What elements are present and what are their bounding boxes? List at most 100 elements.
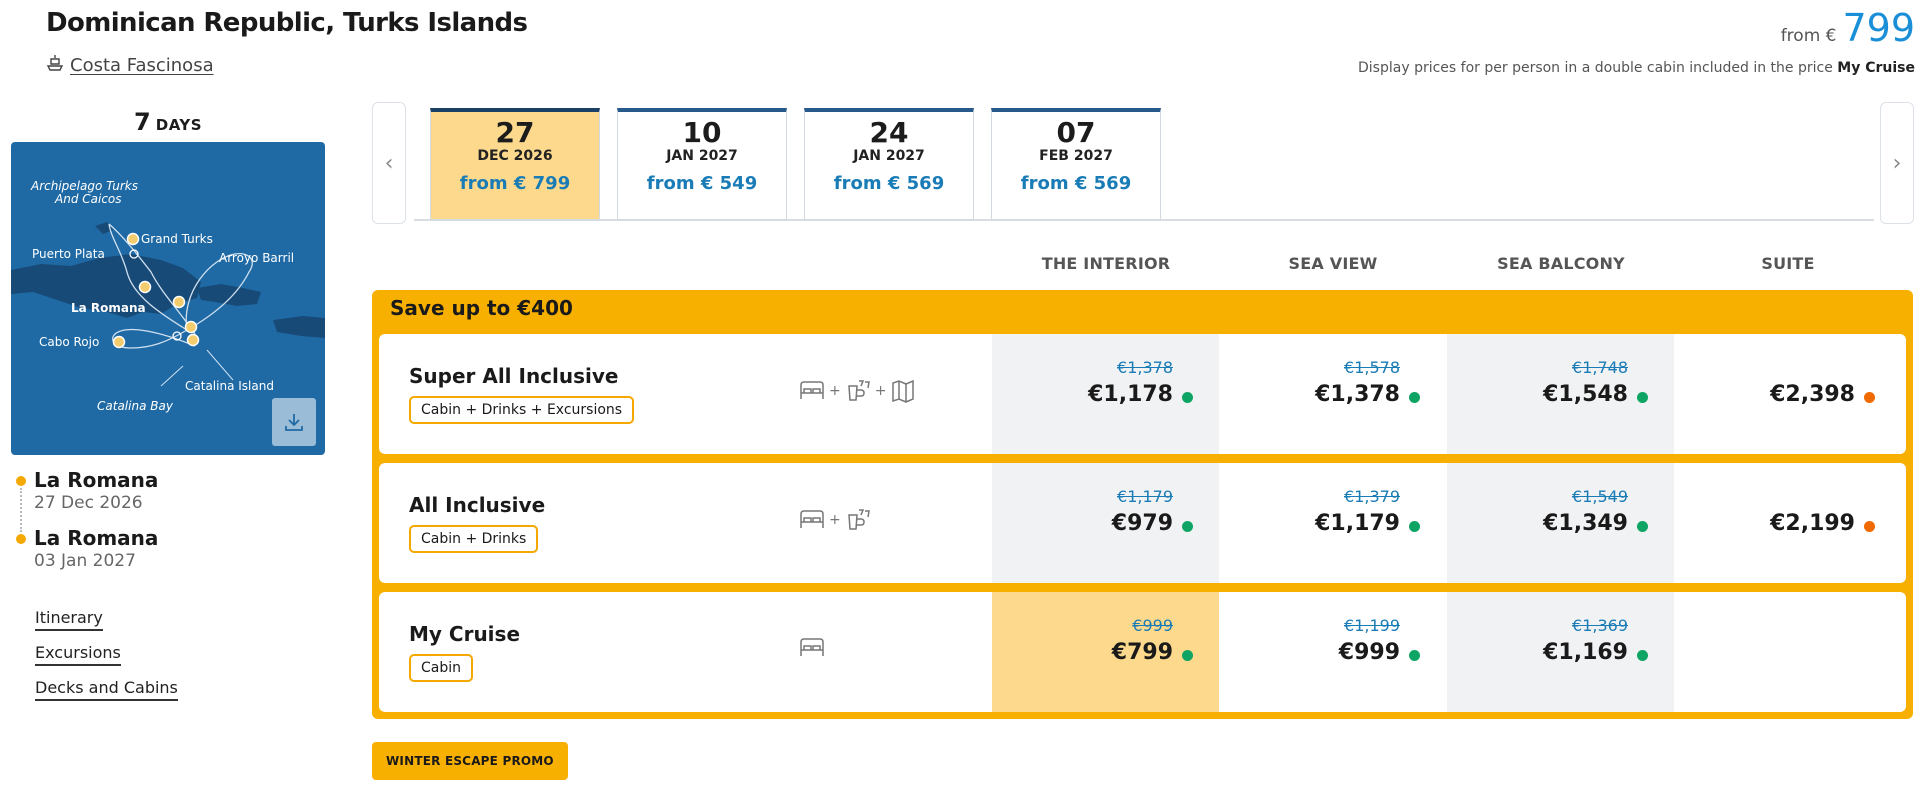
link-itinerary[interactable]: Itinerary xyxy=(35,608,103,631)
link-decks-and-cabins[interactable]: Decks and Cabins xyxy=(35,678,178,701)
date-tab-price: from € 799 xyxy=(459,173,571,194)
package-badge: Cabin xyxy=(409,654,474,682)
drinks-icon xyxy=(847,509,870,530)
map-label-catalina-island: Catalina Island xyxy=(185,379,274,393)
package-row: Super All Inclusive Cabin + Drinks + Exc… xyxy=(379,334,1906,454)
duration-unit: DAYS xyxy=(155,116,203,134)
download-icon xyxy=(285,414,303,431)
chevron-right-icon: › xyxy=(1892,150,1902,176)
package-row: All Inclusive Cabin + Drinks + €1,179 €9… xyxy=(379,463,1906,583)
col-header-suite: SUITE xyxy=(1761,254,1815,273)
stop-dot-icon xyxy=(16,534,26,544)
link-excursions[interactable]: Excursions xyxy=(35,643,121,666)
price-cell-selected[interactable]: €999 €799 xyxy=(992,592,1219,712)
price-cell[interactable]: €1,379 €1,179 xyxy=(1219,463,1446,583)
date-tab-day: 10 xyxy=(682,116,722,149)
plus-sign: + xyxy=(874,383,887,399)
map-icon xyxy=(892,379,915,403)
price-cell[interactable]: €1,378 €1,178 xyxy=(992,334,1219,454)
new-price: €1,378 xyxy=(1315,382,1400,407)
date-tab-month: JAN 2027 xyxy=(853,148,925,164)
old-price: €999 xyxy=(1132,616,1173,635)
bed-icon xyxy=(800,381,824,399)
col-header-interior: THE INTERIOR xyxy=(1041,254,1171,273)
new-price: €979 xyxy=(1111,511,1173,536)
stop-port: La Romana xyxy=(34,468,159,492)
availability-dot-icon xyxy=(1182,521,1193,532)
package-icons: + xyxy=(799,507,871,533)
price-cell[interactable]: €1,179 €979 xyxy=(992,463,1219,583)
price-cell[interactable]: €1,578 €1,378 xyxy=(1219,334,1446,454)
availability-dot-icon xyxy=(1864,521,1875,532)
price-cell[interactable]: €1,549 €1,349 xyxy=(1447,463,1674,583)
date-tab-day: 07 xyxy=(1056,116,1096,149)
availability-dot-icon xyxy=(1409,521,1420,532)
date-tab-price: from € 549 xyxy=(646,173,758,194)
map-download-button[interactable] xyxy=(272,398,316,446)
duration: 7 DAYS xyxy=(11,108,325,136)
ship-name: Costa Fascinosa xyxy=(70,55,214,76)
new-price: €1,349 xyxy=(1543,511,1628,536)
package-row: My Cruise Cabin €999 €799 €1,199 €999 €1… xyxy=(379,592,1906,712)
map-label-cabo-rojo: Cabo Rojo xyxy=(39,335,99,349)
bed-icon xyxy=(800,510,824,528)
package-name: Super All Inclusive xyxy=(409,364,619,388)
side-links: Itinerary Excursions Decks and Cabins xyxy=(35,608,178,713)
price-cell-empty xyxy=(1674,592,1901,712)
price-cell[interactable]: €1,199 €999 xyxy=(1219,592,1446,712)
old-price: €1,378 xyxy=(1117,358,1173,377)
price-cell[interactable]: €1,369 €1,169 xyxy=(1447,592,1674,712)
date-tab[interactable]: 07 FEB 2027 from € 569 xyxy=(991,108,1161,220)
display-note-bold: My Cruise xyxy=(1837,60,1915,76)
itinerary-stops: La Romana 27 Dec 2026 La Romana 03 Jan 2… xyxy=(16,468,158,584)
itinerary-map[interactable]: Archipelago Turks And Caicos Grand Turks… xyxy=(11,142,325,455)
date-tab[interactable]: 27 DEC 2026 from € 799 xyxy=(430,108,600,220)
old-price: €1,578 xyxy=(1344,358,1400,377)
header-price-value: 799 xyxy=(1842,6,1915,50)
map-label-arroyo-barril: Arroyo Barril xyxy=(219,251,294,265)
map-label-catalina-bay: Catalina Bay xyxy=(97,399,174,413)
chevron-left-icon: ‹ xyxy=(384,150,394,176)
date-tab[interactable]: 10 JAN 2027 from € 549 xyxy=(617,108,787,220)
old-price: €1,748 xyxy=(1572,358,1628,377)
col-header-sea-balcony: SEA BALCONY xyxy=(1497,254,1625,273)
map-label-la-romana: La Romana xyxy=(71,301,146,315)
old-price: €1,199 xyxy=(1344,616,1400,635)
package-name: My Cruise xyxy=(409,622,521,646)
new-price: €2,199 xyxy=(1770,511,1855,536)
package-icons: + + xyxy=(799,378,916,404)
date-tab-price: from € 569 xyxy=(1020,173,1132,194)
price-cell[interactable]: €1,748 €1,548 xyxy=(1447,334,1674,454)
package-name: All Inclusive xyxy=(409,493,546,517)
old-price: €1,549 xyxy=(1572,487,1628,506)
package-icons xyxy=(799,636,825,660)
availability-dot-icon xyxy=(1182,650,1193,661)
new-price: €999 xyxy=(1338,640,1400,665)
ship-link[interactable]: Costa Fascinosa xyxy=(46,54,214,77)
old-price: €1,179 xyxy=(1117,487,1173,506)
plus-sign: + xyxy=(829,383,841,399)
date-tab-price: from € 569 xyxy=(833,173,945,194)
map-label-grand-turks: Grand Turks xyxy=(141,232,213,246)
availability-dot-icon xyxy=(1409,650,1420,661)
price-cell[interactable]: €2,199 xyxy=(1674,463,1901,583)
availability-dot-icon xyxy=(1182,392,1193,403)
stop-item: La Romana 03 Jan 2027 xyxy=(16,526,158,584)
date-tab-month: DEC 2026 xyxy=(477,148,553,164)
stop-date: 03 Jan 2027 xyxy=(34,551,136,571)
date-tab-day: 24 xyxy=(869,116,909,149)
date-tab-day: 27 xyxy=(495,116,535,149)
display-note-text: Display prices for per person in a doubl… xyxy=(1358,60,1838,76)
new-price: €1,179 xyxy=(1315,511,1400,536)
next-dates-button[interactable]: › xyxy=(1880,102,1914,224)
header-price: from € 799 xyxy=(1781,6,1915,50)
promo-button[interactable]: WINTER ESCAPE PROMO xyxy=(372,742,568,780)
page-title: Dominican Republic, Turks Islands xyxy=(46,8,528,38)
prev-dates-button[interactable]: ‹ xyxy=(372,102,406,224)
date-tab-month: JAN 2027 xyxy=(666,148,738,164)
date-tab-month: FEB 2027 xyxy=(1039,148,1113,164)
date-tab[interactable]: 24 JAN 2027 from € 569 xyxy=(804,108,974,220)
stop-date: 27 Dec 2026 xyxy=(34,493,143,513)
new-price: €2,398 xyxy=(1770,382,1855,407)
price-cell[interactable]: €2,398 xyxy=(1674,334,1901,454)
